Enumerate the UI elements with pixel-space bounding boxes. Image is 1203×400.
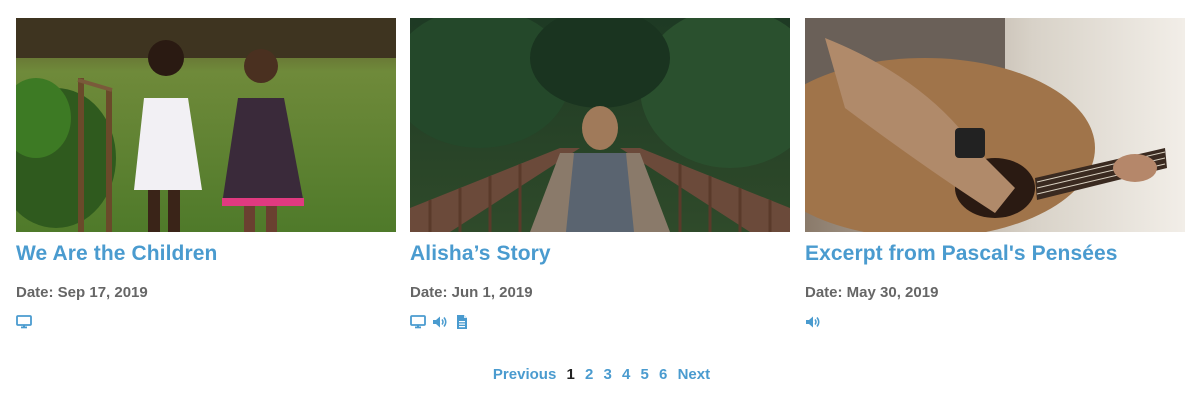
woman-on-bridge-photo — [410, 18, 790, 232]
post-title-link[interactable]: We Are the Children — [16, 242, 217, 266]
monitor-icon[interactable] — [16, 314, 32, 330]
pagination-page-6[interactable]: 6 — [659, 366, 667, 383]
pagination-next[interactable]: Next — [678, 366, 711, 383]
children-holding-hands-photo — [16, 18, 396, 232]
pagination-page-3[interactable]: 3 — [604, 366, 612, 383]
media-icons — [410, 314, 470, 330]
monitor-icon[interactable] — [410, 314, 426, 330]
post-thumbnail-children[interactable] — [16, 18, 396, 232]
pagination-page-4[interactable]: 4 — [622, 366, 630, 383]
pagination-current-page: 1 — [566, 366, 575, 383]
document-icon[interactable] — [454, 314, 470, 330]
media-icons — [16, 314, 32, 330]
post-card: We Are the Children Date: Sep 17, 2019 — [16, 18, 396, 329]
post-thumbnail-pascal[interactable] — [805, 18, 1185, 232]
pagination-previous[interactable]: Previous — [493, 366, 556, 383]
post-thumbnail-alisha[interactable] — [410, 18, 790, 232]
post-card: Alisha’s Story Date: Jun 1, 2019 — [410, 18, 790, 329]
post-grid: We Are the Children Date: Sep 17, 2019 A… — [16, 18, 1186, 338]
speaker-icon[interactable] — [432, 314, 448, 330]
post-date: Date: Jun 1, 2019 — [410, 284, 533, 301]
guitar-player-photo — [805, 18, 1185, 232]
pagination-page-2[interactable]: 2 — [585, 366, 593, 383]
media-icons — [805, 314, 821, 330]
post-title-link[interactable]: Excerpt from Pascal's Pensées — [805, 242, 1118, 266]
post-title-link[interactable]: Alisha’s Story — [410, 242, 551, 266]
pagination: Previous 1 2 3 4 5 6 Next — [0, 366, 1203, 383]
pagination-page-5[interactable]: 5 — [641, 366, 649, 383]
post-date: Date: Sep 17, 2019 — [16, 284, 148, 301]
post-date: Date: May 30, 2019 — [805, 284, 939, 301]
speaker-icon[interactable] — [805, 314, 821, 330]
post-card: Excerpt from Pascal's Pensées Date: May … — [805, 18, 1185, 328]
